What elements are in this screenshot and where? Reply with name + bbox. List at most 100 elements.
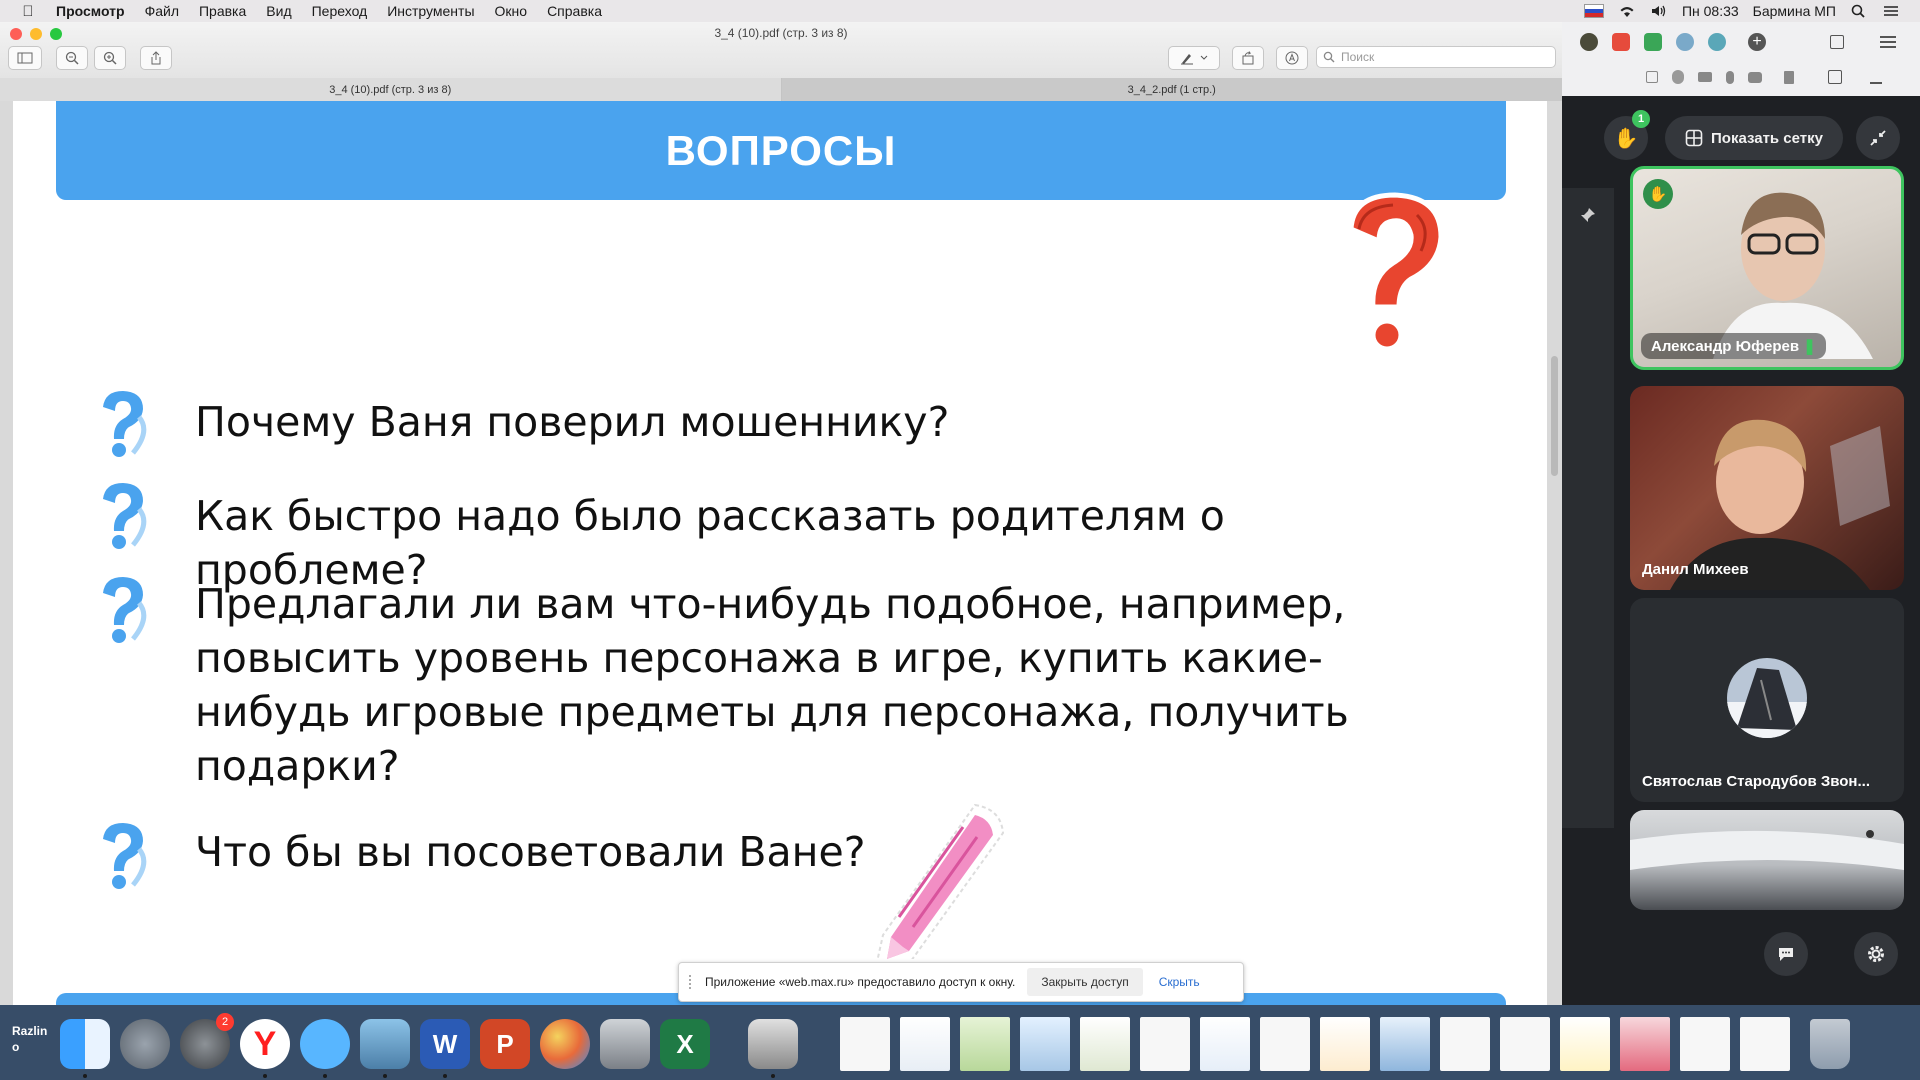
menu-app-name[interactable]: Просмотр (46, 3, 135, 19)
vertical-scrollbar[interactable] (1551, 356, 1558, 476)
apple-menu-icon[interactable]:  (18, 3, 38, 20)
zoom-in-button[interactable] (94, 46, 126, 70)
spotlight-search-icon[interactable] (1850, 4, 1868, 18)
tab-bar: 3_4 (10).pdf (стр. 3 из 8) 3_4_2.pdf (1 … (0, 78, 1562, 102)
collapse-panel-button[interactable] (1856, 116, 1900, 160)
menu-tools[interactable]: Инструменты (377, 3, 484, 19)
hand-raised-indicator-icon: ✋ (1643, 179, 1673, 209)
zoom-out-button[interactable] (56, 46, 88, 70)
yandex-extension-icon[interactable] (1612, 33, 1630, 51)
search-input[interactable]: Поиск (1316, 46, 1556, 68)
menu-help[interactable]: Справка (537, 3, 612, 19)
raise-hand-button[interactable]: ✋ 1 (1604, 110, 1650, 160)
search-icon (1323, 51, 1335, 63)
color-palette-app-icon[interactable] (540, 1019, 590, 1069)
hide-notification-button[interactable]: Скрыть (1153, 968, 1206, 996)
user-name[interactable]: Бармина МП (1753, 3, 1836, 19)
word-icon[interactable]: W (420, 1019, 470, 1069)
tab-pdf-3-4-2[interactable]: 3_4_2.pdf (1 стр.) (781, 78, 1562, 101)
finder-icon[interactable] (60, 1019, 110, 1069)
settings-button[interactable] (1854, 932, 1898, 976)
grid-icon (1685, 129, 1703, 147)
document-thumbnail[interactable] (840, 1017, 890, 1071)
system-settings-icon[interactable]: 2 (180, 1013, 234, 1069)
participant-tile[interactable]: Святослав Стародубов Звон... (1630, 598, 1904, 802)
menu-file[interactable]: Файл (135, 3, 189, 19)
document-thumbnail[interactable] (1200, 1017, 1250, 1071)
document-thumbnail[interactable] (1740, 1017, 1790, 1071)
question-item: Что бы вы посоветовали Ване? (93, 819, 1435, 891)
pin-icon[interactable] (1579, 206, 1597, 224)
menu-view[interactable]: Вид (256, 3, 301, 19)
tabs-overview-icon[interactable] (1830, 35, 1844, 49)
running-indicator (263, 1074, 267, 1078)
document-thumbnail[interactable] (1440, 1017, 1490, 1071)
browser-extension-icon[interactable] (1580, 33, 1598, 51)
share-button[interactable] (140, 46, 172, 70)
sidebar-toggle-button[interactable] (8, 46, 42, 70)
clock[interactable]: Пн 08:33 (1682, 3, 1739, 19)
pdf-page: ВОПРОСЫ Почему Ваня поверил мошеннику? К… (13, 101, 1547, 1005)
menu-edit[interactable]: Правка (189, 3, 256, 19)
menu-go[interactable]: Переход (302, 3, 378, 19)
document-thumbnail[interactable] (1380, 1017, 1430, 1071)
participant-tile[interactable]: ✋ Александр Юферев ❚ (1630, 166, 1904, 370)
pdf-viewer[interactable]: ВОПРОСЫ Почему Ваня поверил мошеннику? К… (0, 101, 1562, 1005)
preview-app-icon[interactable] (360, 1019, 410, 1069)
camera-status-icon[interactable] (1698, 72, 1712, 82)
green-extension-icon[interactable] (1644, 33, 1662, 51)
slide-heading-banner: ВОПРОСЫ (56, 101, 1506, 200)
menu-bar:  Просмотр Файл Правка Вид Переход Инстр… (0, 0, 1920, 22)
browser-menu-icon[interactable] (1880, 36, 1896, 48)
menu-window[interactable]: Окно (485, 3, 538, 19)
wifi-icon[interactable] (1618, 4, 1636, 18)
participant-tile[interactable]: Данил Михеев (1630, 386, 1904, 590)
markup-toolbar-button[interactable] (1168, 46, 1220, 70)
document-thumbnail[interactable] (1140, 1017, 1190, 1071)
screen-share-notification: Приложение «web.max.ru» предоставило дос… (678, 962, 1244, 1002)
teal-extension-icon[interactable] (1708, 33, 1726, 51)
stop-sharing-button[interactable]: Закрыть доступ (1027, 968, 1143, 996)
new-tab-plus-icon[interactable]: + (1748, 33, 1766, 51)
participant-tile[interactable] (1630, 810, 1904, 910)
printer-icon[interactable] (748, 1019, 798, 1069)
participant-video-frame (1713, 192, 1873, 359)
share-icon (151, 51, 161, 65)
yandex-browser-icon[interactable]: Y (240, 1019, 290, 1069)
collections-icon[interactable] (1828, 70, 1842, 84)
launchpad-icon[interactable] (120, 1019, 170, 1069)
trash-icon[interactable] (1810, 1019, 1850, 1069)
powerpoint-icon[interactable]: P (480, 1019, 530, 1069)
picture-in-picture-icon[interactable] (1646, 71, 1658, 83)
rotate-button[interactable] (1232, 46, 1264, 70)
tab-pdf-3-4-10[interactable]: 3_4 (10).pdf (стр. 3 из 8) (0, 78, 782, 101)
sidebar-icon (17, 52, 33, 64)
document-thumbnail[interactable] (1260, 1017, 1310, 1071)
volume-icon[interactable] (1650, 4, 1668, 18)
download-icon[interactable] (1870, 70, 1882, 84)
messenger-icon[interactable] (300, 1019, 350, 1069)
bookmark-icon[interactable] (1784, 70, 1794, 84)
image-capture-icon[interactable] (600, 1019, 650, 1069)
document-thumbnail[interactable] (900, 1017, 950, 1071)
document-thumbnail[interactable] (1560, 1017, 1610, 1071)
document-thumbnail[interactable] (960, 1017, 1010, 1071)
running-indicator (323, 1074, 327, 1078)
chat-button[interactable] (1764, 932, 1808, 976)
globe-extension-icon[interactable] (1676, 33, 1694, 51)
document-thumbnail[interactable] (1020, 1017, 1070, 1071)
chat-bubble-icon[interactable] (1748, 71, 1762, 83)
document-thumbnail[interactable] (1500, 1017, 1550, 1071)
show-grid-button[interactable]: Показать сетку (1665, 116, 1843, 160)
document-thumbnail[interactable] (1320, 1017, 1370, 1071)
input-language-flag-icon[interactable] (1583, 4, 1604, 18)
drag-handle-icon[interactable] (689, 975, 695, 989)
document-thumbnail[interactable] (1680, 1017, 1730, 1071)
control-center-icon[interactable] (1882, 4, 1900, 18)
annotate-button[interactable] (1276, 46, 1308, 70)
microphone-icon[interactable] (1726, 70, 1734, 84)
excel-icon[interactable]: X (660, 1019, 710, 1069)
microphone-status-icon[interactable] (1672, 70, 1684, 84)
document-thumbnail[interactable] (1620, 1017, 1670, 1071)
document-thumbnail[interactable] (1080, 1017, 1130, 1071)
